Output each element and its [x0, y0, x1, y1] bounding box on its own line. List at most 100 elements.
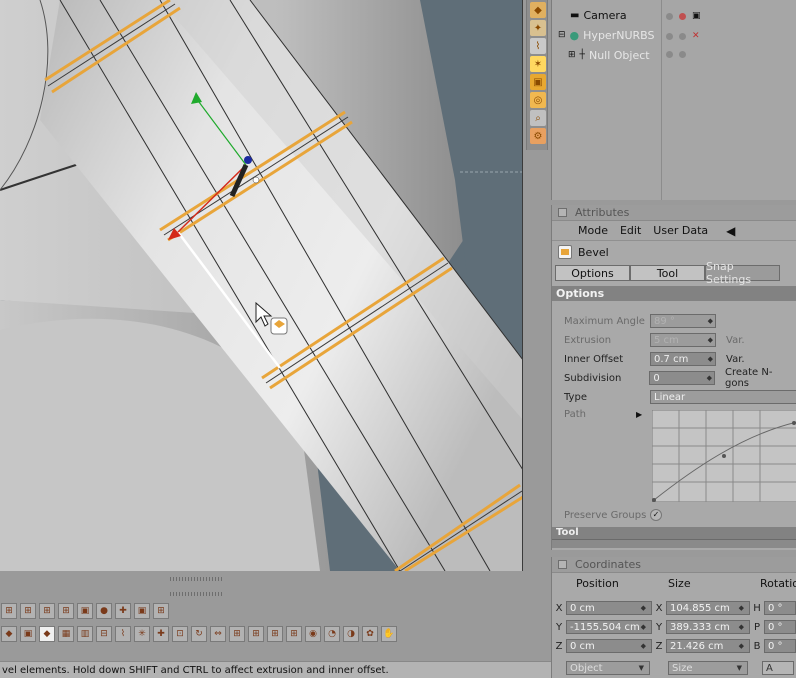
attributes-menubar: Mode Edit User Data ◀: [552, 221, 796, 241]
position-y-field[interactable]: -1155.504 cm ◆: [566, 620, 652, 634]
tool-icon-5[interactable]: ▣: [530, 74, 546, 90]
menu-mode[interactable]: Mode: [578, 224, 608, 237]
camera-tags: ▣: [666, 11, 701, 21]
bevel-mode-icon[interactable]: ◆: [39, 626, 55, 642]
coordinate-mode-select[interactable]: Object ▼: [566, 661, 650, 675]
expand-icon[interactable]: ⊞: [568, 50, 576, 60]
row-inner-offset: Inner Offset 0.7 cm ◆ Var.: [564, 352, 745, 366]
object-row-hypernurbs[interactable]: ⊟ ● HyperNURBS: [558, 26, 654, 44]
coord-mode-row: Object ▼ Size ▼ A: [566, 660, 794, 676]
coordinates-title-bar: Coordinates: [552, 557, 796, 573]
render-region-icon[interactable]: ⊞: [229, 626, 245, 642]
animation-icon-8[interactable]: ▣: [134, 603, 150, 619]
row-path: Path ▶: [564, 408, 643, 420]
apply-button[interactable]: A: [762, 661, 794, 675]
bevel-tool-icon: [558, 245, 572, 259]
panel-close-box[interactable]: [558, 560, 567, 569]
visibility-dot[interactable]: [666, 12, 673, 20]
size-z-field[interactable]: 21.426 cm ◆: [666, 639, 750, 653]
rotation-p-field[interactable]: 0 °: [764, 620, 796, 634]
tool-icon-1[interactable]: ◆: [530, 2, 546, 18]
snap-icon[interactable]: ✚: [153, 626, 169, 642]
tab-tool[interactable]: Tool: [630, 265, 705, 281]
max-angle-field[interactable]: 89 ° ◆: [650, 314, 716, 328]
points-mode-icon[interactable]: ▣: [20, 626, 36, 642]
render-picture-icon[interactable]: ⊞: [267, 626, 283, 642]
cube-icon[interactable]: ◆: [1, 626, 17, 642]
deformer-icon[interactable]: ✿: [362, 626, 378, 642]
toolbar-row-1: ⊞ ⊞ ⊞ ⊞ ▣ ● ✚ ▣ ⊞: [0, 601, 169, 621]
rotation-h-field[interactable]: 0 °: [764, 601, 796, 615]
type-dropdown[interactable]: Linear: [650, 390, 796, 404]
3d-viewport[interactable]: [0, 0, 523, 571]
path-expand-icon[interactable]: ▶: [636, 410, 642, 419]
animation-icon-5[interactable]: ▣: [77, 603, 93, 619]
attributes-scrollbar[interactable]: [552, 539, 796, 548]
camera-tool-icon[interactable]: ◑: [343, 626, 359, 642]
render-dot[interactable]: [679, 12, 686, 20]
animation-icon-6[interactable]: ●: [96, 603, 112, 619]
tab-snap-settings[interactable]: Snap Settings: [705, 260, 780, 286]
coord-row-x: X 0 cm ◆ X 104.855 cm ◆ H 0 °: [552, 600, 796, 616]
animation-icon-1[interactable]: ⊞: [1, 603, 17, 619]
attributes-panel: Attributes Mode Edit User Data ◀ Bevel O…: [551, 205, 796, 550]
animation-icon-3[interactable]: ⊞: [39, 603, 55, 619]
object-manager: ▬ Camera ▣ ⊟ ● HyperNURBS ✕ ⊞ ┼ Null Obj…: [551, 0, 796, 200]
inner-offset-field[interactable]: 0.7 cm ◆: [650, 352, 716, 366]
scale-icon[interactable]: ⇔: [210, 626, 226, 642]
null-object-icon: ┼: [579, 50, 585, 60]
rotation-b-field[interactable]: 0 °: [764, 639, 796, 653]
tool-icon-4[interactable]: ✶: [530, 56, 546, 72]
panel-close-box[interactable]: [558, 208, 567, 217]
menu-user-data[interactable]: User Data: [653, 224, 708, 237]
tool-icon-7[interactable]: ⌕: [530, 110, 546, 126]
panel-grip[interactable]: [170, 592, 222, 596]
animation-icon-7[interactable]: ✚: [115, 603, 131, 619]
texture-mode-icon[interactable]: ⌇: [115, 626, 131, 642]
vertical-tool-strip: ◆ ✦ ⌇ ✶ ▣ ◎ ⌕ ⚙: [526, 0, 548, 150]
move-icon[interactable]: ⊡: [172, 626, 188, 642]
path-curve-graph[interactable]: [652, 410, 796, 502]
hand-icon[interactable]: ✋: [381, 626, 397, 642]
tab-options[interactable]: Options: [555, 265, 630, 281]
render-view-icon[interactable]: ⊞: [248, 626, 264, 642]
position-x-field[interactable]: 0 cm ◆: [566, 601, 652, 615]
object-row-null[interactable]: ⊞ ┼ Null Object: [568, 46, 650, 64]
animation-icon-2[interactable]: ⊞: [20, 603, 36, 619]
rotate-icon[interactable]: ↻: [191, 626, 207, 642]
model-mode-icon[interactable]: ⊟: [96, 626, 112, 642]
edges-mode-icon[interactable]: ▦: [58, 626, 74, 642]
polygons-mode-icon[interactable]: ▥: [77, 626, 93, 642]
axis-mode-icon[interactable]: ✳: [134, 626, 150, 642]
preserve-groups-checkbox[interactable]: ✓: [650, 509, 662, 521]
camera-tag-icon[interactable]: ▣: [692, 11, 701, 21]
menu-edit[interactable]: Edit: [620, 224, 641, 237]
hypernurbs-tags: ✕: [666, 31, 700, 41]
panel-grip[interactable]: [170, 577, 222, 581]
size-x-field[interactable]: 104.855 cm ◆: [666, 601, 750, 615]
visibility-dot[interactable]: [666, 51, 673, 58]
tool-icon-2[interactable]: ✦: [530, 20, 546, 36]
material-icon[interactable]: ◉: [305, 626, 321, 642]
light-icon[interactable]: ◔: [324, 626, 340, 642]
render-dot[interactable]: [679, 32, 686, 40]
back-arrow-icon[interactable]: ◀: [726, 224, 735, 238]
subdivision-field[interactable]: 0 ◆: [649, 371, 715, 385]
render-dot[interactable]: [679, 51, 686, 58]
render-settings-icon[interactable]: ⊞: [286, 626, 302, 642]
tool-icon-8[interactable]: ⚙: [530, 128, 546, 144]
tool-icon-3[interactable]: ⌇: [530, 38, 546, 54]
collapse-icon[interactable]: ⊟: [558, 30, 566, 40]
extrusion-field[interactable]: 5 cm ◆: [650, 333, 716, 347]
tool-icon-6[interactable]: ◎: [530, 92, 546, 108]
animation-icon-9[interactable]: ⊞: [153, 603, 169, 619]
animation-icon-4[interactable]: ⊞: [58, 603, 74, 619]
size-y-field[interactable]: 389.333 cm ◆: [666, 620, 750, 634]
object-row-camera[interactable]: ▬ Camera: [570, 6, 627, 24]
viewport-scene: [0, 0, 522, 571]
size-mode-select[interactable]: Size ▼: [668, 661, 748, 675]
disabled-check-icon[interactable]: ✕: [692, 31, 700, 41]
position-z-field[interactable]: 0 cm ◆: [566, 639, 652, 653]
object-tag-separator: [661, 0, 662, 200]
visibility-dot[interactable]: [666, 32, 673, 40]
